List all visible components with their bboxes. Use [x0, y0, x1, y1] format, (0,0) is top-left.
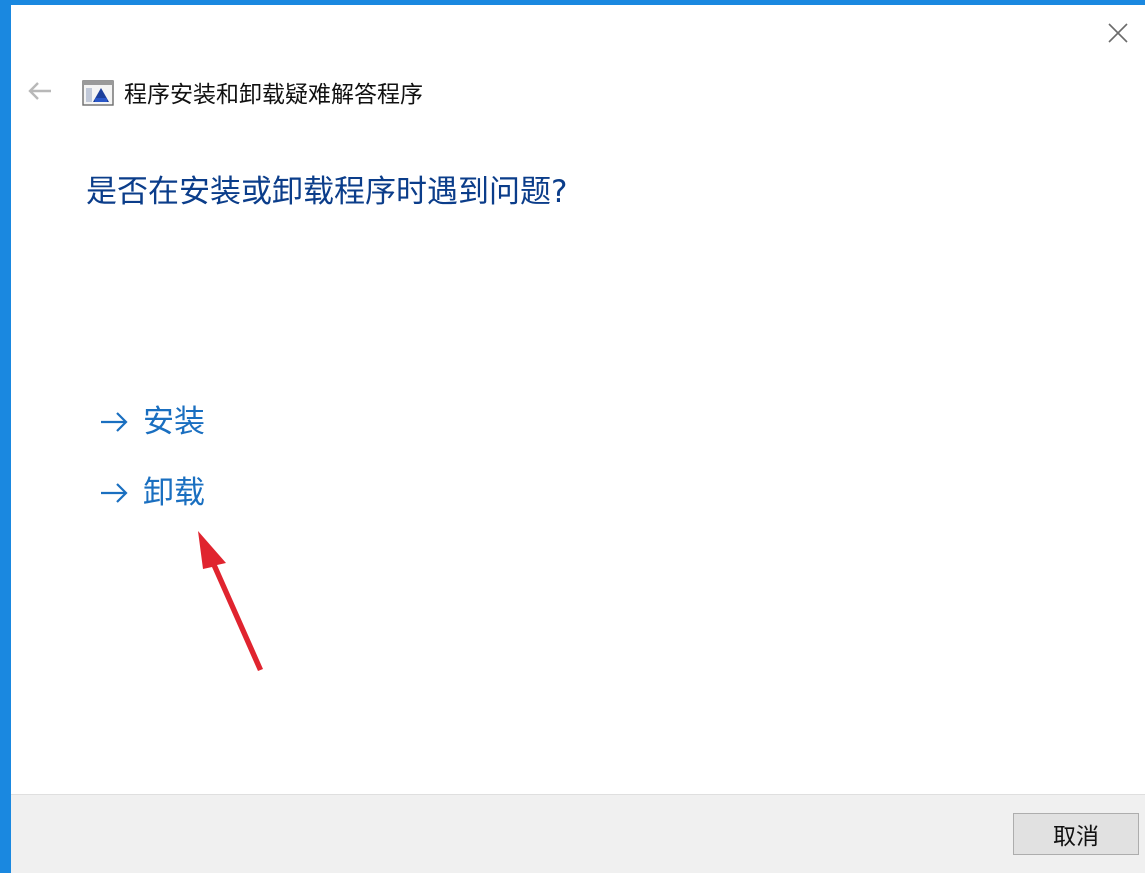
troubleshooter-icon — [82, 80, 114, 108]
red-pointer-arrow — [198, 531, 263, 671]
troubleshooter-window: 程序安装和卸载疑难解答程序 是否在安装或卸载程序时遇到问题? 安装 卸载 取消 — [0, 0, 1145, 873]
uninstall-option-label: 卸载 — [143, 475, 205, 511]
close-icon — [1108, 23, 1128, 43]
uninstall-option[interactable]: 卸载 — [99, 472, 205, 514]
window-content: 程序安装和卸载疑难解答程序 是否在安装或卸载程序时遇到问题? 安装 卸载 取消 — [11, 5, 1145, 873]
arrow-right-icon — [99, 478, 133, 508]
arrow-right-icon — [99, 407, 133, 437]
window-title: 程序安装和卸载疑难解答程序 — [124, 82, 423, 108]
install-option[interactable]: 安装 — [99, 401, 205, 443]
page-heading: 是否在安装或卸载程序时遇到问题? — [86, 174, 568, 210]
cancel-button[interactable]: 取消 — [1013, 813, 1139, 855]
window-left-border — [0, 0, 11, 873]
back-arrow-icon — [28, 82, 51, 100]
back-button[interactable] — [26, 77, 54, 105]
close-button[interactable] — [1101, 17, 1135, 49]
dialog-footer: 取消 — [11, 794, 1145, 873]
install-option-label: 安装 — [143, 404, 205, 440]
